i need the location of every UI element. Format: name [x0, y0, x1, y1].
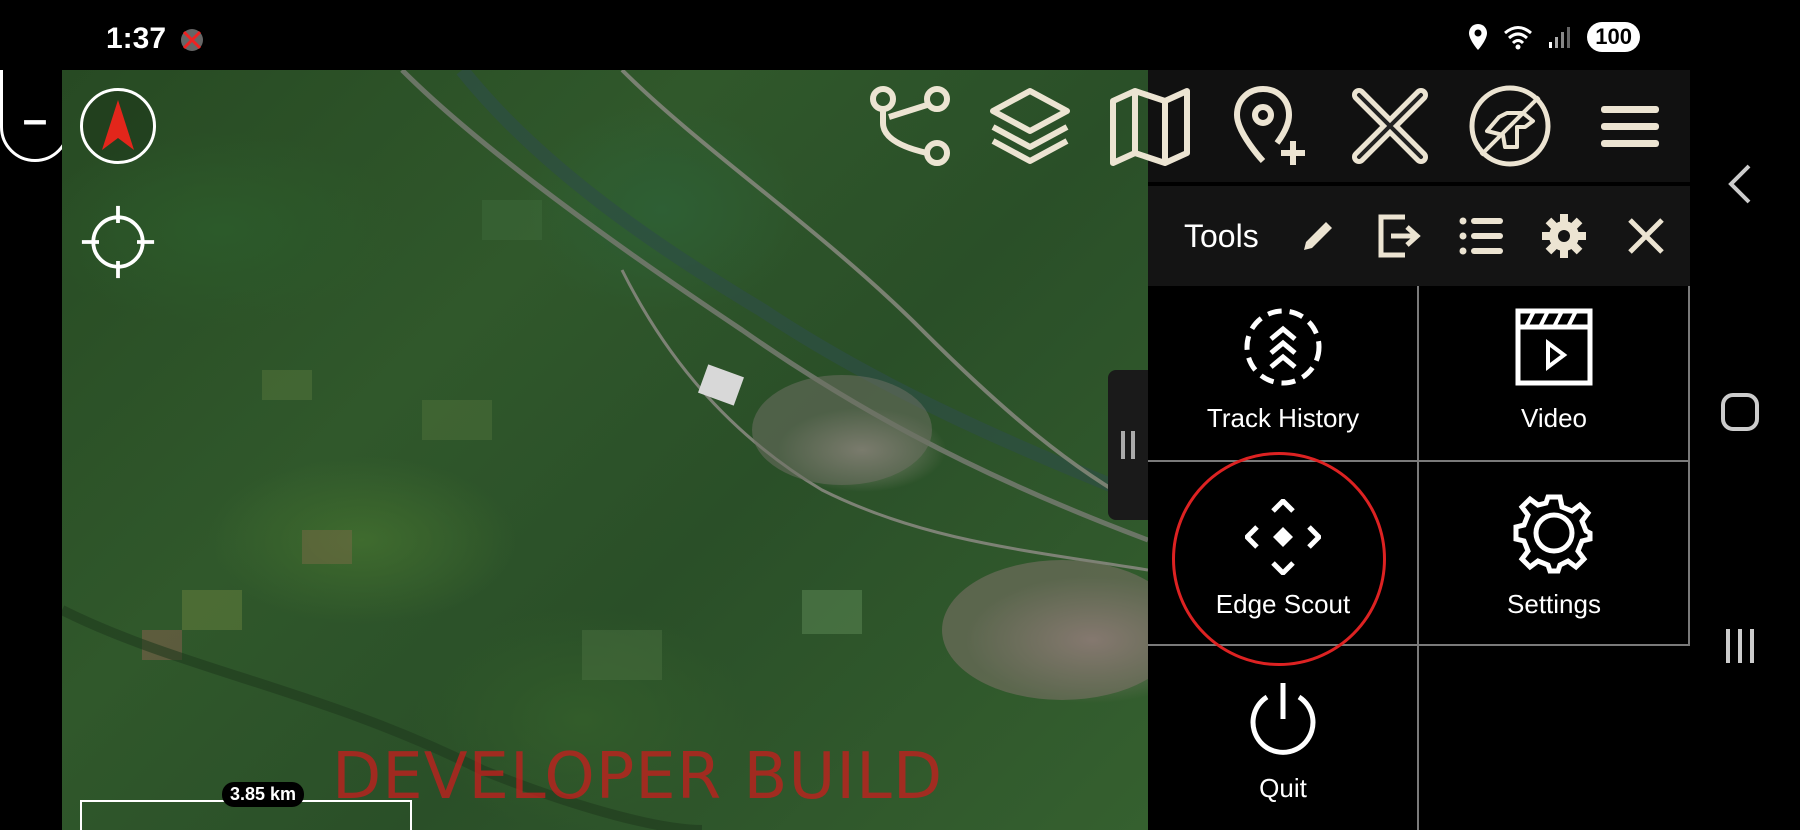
main-menu-button[interactable]: [1580, 76, 1680, 176]
back-button[interactable]: [1710, 154, 1770, 214]
tool-quit[interactable]: Quit: [1148, 646, 1418, 830]
highlight-ring: [1172, 452, 1386, 666]
route-button[interactable]: [860, 76, 960, 176]
dog-tracker-icon: [1469, 85, 1551, 167]
add-waypoint-button[interactable]: [1220, 76, 1320, 176]
export-button[interactable]: [1372, 208, 1428, 264]
home-button[interactable]: [1710, 382, 1770, 442]
signal-icon: [1549, 27, 1571, 48]
wifi-icon: [1504, 26, 1533, 50]
tool-label: Track History: [1206, 403, 1360, 433]
battery-indicator: 100: [1587, 22, 1640, 52]
dog-tracker-button[interactable]: [1460, 76, 1560, 176]
status-indicators: 100: [1467, 22, 1640, 52]
export-icon: [1378, 214, 1421, 258]
gear-icon: [1542, 214, 1586, 258]
status-bar: 1:37 100: [0, 0, 1800, 70]
tools-title: Tools: [1184, 218, 1259, 254]
add-waypoint-icon: [1233, 85, 1305, 165]
close-tools-button[interactable]: [1618, 208, 1674, 264]
tool-settings[interactable]: Settings: [1419, 462, 1689, 646]
menu-icon: [1601, 106, 1659, 147]
tool-label: Video: [1520, 403, 1588, 433]
zoom-out-button[interactable]: –: [23, 98, 47, 142]
location-icon: [1469, 24, 1488, 50]
close-icon: [1628, 218, 1664, 254]
compass-button[interactable]: [80, 88, 156, 164]
crosshair-icon: [81, 205, 155, 279]
home-icon: [1721, 393, 1759, 431]
layers-button[interactable]: [980, 76, 1080, 176]
map-icon: [1110, 88, 1190, 166]
settings-gear-icon: [1513, 494, 1593, 574]
route-icon: [870, 86, 950, 166]
close-x-icon: [1352, 88, 1428, 164]
map-scale-bar: 3.85 km: [80, 782, 412, 830]
north-arrow-icon: [102, 100, 134, 150]
locate-button[interactable]: [80, 204, 156, 280]
app-notification-icon: [181, 29, 203, 51]
video-icon: [1515, 308, 1593, 386]
top-toolbar: [860, 70, 1690, 182]
close-x-button[interactable]: [1340, 76, 1440, 176]
recents-icon: [1726, 629, 1754, 663]
tool-video[interactable]: Video: [1419, 276, 1689, 460]
map-terrain: [62, 70, 1148, 830]
list-button[interactable]: [1454, 208, 1510, 264]
recents-button[interactable]: [1710, 616, 1770, 676]
tool-track-history[interactable]: Track History: [1148, 276, 1418, 460]
map-button[interactable]: [1100, 76, 1200, 176]
drag-handle-icon: [1121, 431, 1135, 459]
tools-header: Tools: [1148, 186, 1690, 286]
developer-build-watermark: DEVELOPER BUILD: [332, 740, 944, 814]
android-nav-bar: [1690, 70, 1800, 830]
list-icon: [1459, 217, 1503, 255]
edit-button[interactable]: [1290, 208, 1346, 264]
scale-label: 3.85 km: [222, 782, 305, 807]
satellite-map[interactable]: DEVELOPER BUILD 3.85 km: [62, 70, 1148, 830]
back-icon: [1728, 164, 1751, 204]
power-icon: [1250, 683, 1316, 755]
pencil-icon: [1304, 222, 1332, 250]
drawer-handle[interactable]: [1108, 370, 1148, 520]
tools-settings-button[interactable]: [1536, 208, 1592, 264]
layers-icon: [990, 88, 1070, 164]
track-history-icon: [1244, 308, 1322, 386]
tool-label: Quit: [1259, 773, 1307, 803]
status-time: 1:37: [106, 22, 167, 55]
tool-label: Settings: [1507, 589, 1601, 619]
